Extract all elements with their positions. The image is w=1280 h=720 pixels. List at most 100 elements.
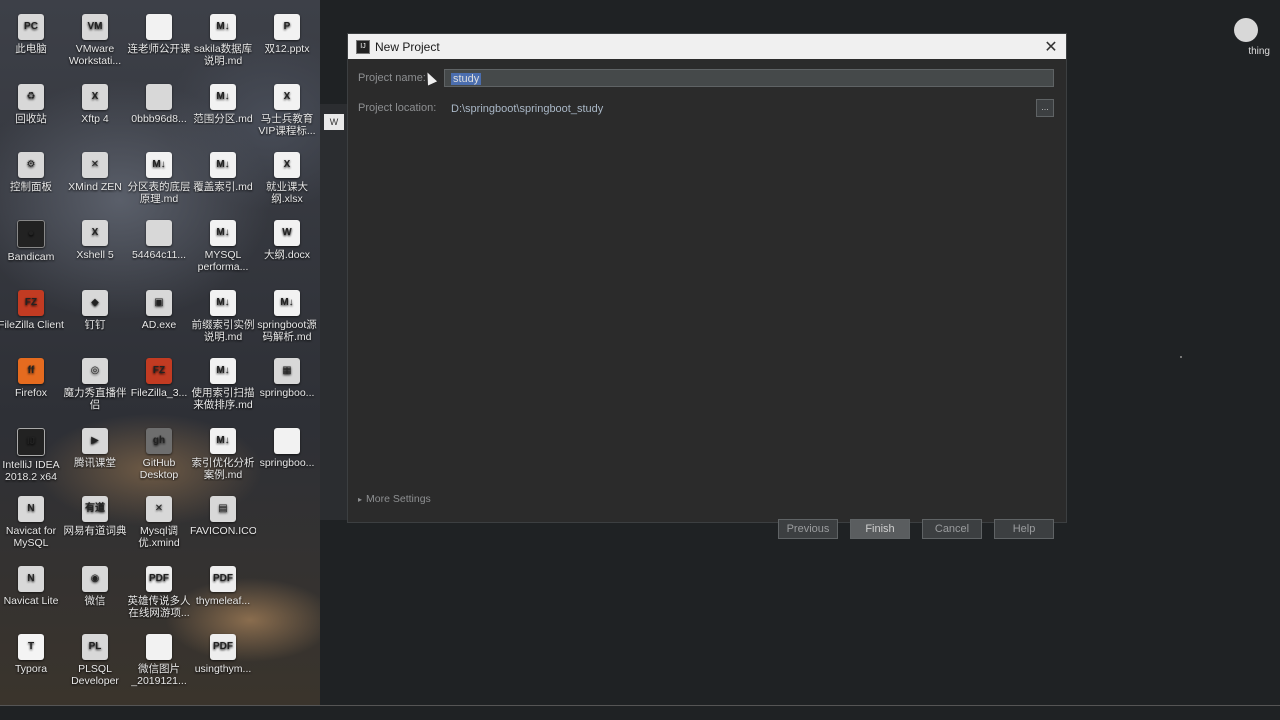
desktop-icon[interactable]: X 就业课大纲.xlsx: [256, 152, 318, 218]
file-icon: ff: [18, 358, 44, 384]
help-button[interactable]: Help: [994, 519, 1054, 539]
desktop-icon[interactable]: M↓ 前缀索引实例说明.md: [192, 290, 255, 356]
corner-shortcut[interactable]: thing: [1222, 18, 1270, 74]
file-icon: ▤: [210, 496, 236, 522]
desktop-icon[interactable]: 有道 网易有道词典: [64, 496, 127, 562]
file-icon: IJ: [17, 428, 45, 456]
close-icon[interactable]: ✕: [1036, 34, 1066, 59]
chevron-right-icon: ▸: [358, 494, 363, 504]
desktop-icon[interactable]: M↓ 范围分区.md: [192, 84, 254, 150]
desktop-icon[interactable]: M↓ 分区表的底层原理.md: [127, 152, 191, 218]
desktop-icon[interactable]: 连老师公开课: [127, 14, 191, 80]
desktop-icon[interactable]: M↓ 使用索引扫描来做排序.md: [192, 358, 255, 424]
more-settings-label: More Settings: [366, 493, 431, 505]
desktop-icon-label: VMware Workstati...: [68, 43, 122, 67]
desktop-icon[interactable]: PL PLSQL Developer: [64, 634, 126, 700]
desktop-icon-label: springboot源码解析.md: [257, 319, 317, 343]
new-project-dialog: IJ New Project ✕ Project name: study Pro…: [347, 33, 1067, 539]
desktop-icon[interactable]: M↓ sakila数据库说明.md: [192, 14, 254, 80]
desktop-icon[interactable]: M↓ 覆盖索引.md: [192, 152, 254, 218]
desktop-icon-label: usingthym...: [194, 663, 252, 675]
desktop-icon[interactable]: FZ FileZilla Client: [0, 290, 64, 356]
desktop-icon[interactable]: M↓ MYSQL performa...: [192, 220, 254, 286]
file-icon: ♻: [18, 84, 44, 110]
file-icon: [146, 84, 172, 110]
desktop-icon[interactable]: PDF 英雄传说多人在线网游项...: [128, 566, 191, 632]
desktop-icon[interactable]: X Xftp 4: [64, 84, 126, 150]
cancel-button[interactable]: Cancel: [922, 519, 982, 539]
desktop-icon-label: 索引优化分析案例.md: [191, 457, 255, 481]
file-icon: ✕: [146, 496, 172, 522]
desktop-icon[interactable]: T Typora: [0, 634, 62, 700]
background-window-tab[interactable]: W: [324, 114, 344, 130]
file-icon: ◉: [82, 566, 108, 592]
desktop-icon-label: 双12.pptx: [264, 43, 310, 55]
desktop-icon[interactable]: M↓ 索引优化分析案例.md: [191, 428, 255, 494]
desktop-icon[interactable]: ● Bandicam: [0, 220, 62, 286]
file-icon: [274, 428, 300, 454]
desktop-icon[interactable]: ▦ springboo...: [256, 358, 318, 424]
desktop-icon-label: springboo...: [259, 457, 315, 469]
desktop-icon-label: 回收站: [15, 113, 47, 125]
dialog-titlebar[interactable]: IJ New Project ✕: [348, 34, 1066, 59]
file-icon: gh: [146, 428, 172, 454]
more-settings-toggle[interactable]: ▸ More Settings: [358, 493, 431, 505]
desktop-icon[interactable]: X Xshell 5: [64, 220, 126, 286]
desktop-icon[interactable]: ◎ 魔力秀直播伴侣: [64, 358, 127, 424]
file-icon: VM: [82, 14, 108, 40]
desktop-icon[interactable]: W 大纲.docx: [256, 220, 318, 286]
desktop-icon[interactable]: ✕ XMind ZEN: [64, 152, 126, 218]
desktop-icon-label: 54464c11...: [131, 249, 187, 261]
desktop-icon[interactable]: gh GitHub Desktop: [128, 428, 190, 494]
file-icon: [146, 220, 172, 246]
desktop-icon-label: Bandicam: [7, 251, 55, 263]
desktop-icon[interactable]: ⚙ 控制面板: [0, 152, 62, 218]
file-icon: 有道: [82, 496, 108, 522]
desktop-icon[interactable]: M↓ springboot源码解析.md: [256, 290, 318, 356]
desktop-icon-label: FAVICON.ICO: [190, 525, 256, 537]
desktop-icon[interactable]: N Navicat for MySQL: [0, 496, 62, 562]
file-icon: PDF: [210, 634, 236, 660]
desktop-icon[interactable]: 0bbb96d8...: [128, 84, 190, 150]
project-name-value: study: [451, 73, 482, 85]
desktop-icon[interactable]: ▣ AD.exe: [128, 290, 190, 356]
desktop-icon-label: XMind ZEN: [68, 181, 122, 193]
previous-button[interactable]: Previous: [778, 519, 838, 539]
project-location-value: D:\springboot\springboot_study: [451, 103, 604, 115]
desktop-icon[interactable]: PC 此电脑: [0, 14, 62, 80]
desktop-icon-label: 连老师公开课: [127, 43, 191, 55]
file-icon: PC: [18, 14, 44, 40]
background-window-strip[interactable]: W: [320, 104, 348, 520]
desktop-icon-label: IntelliJ IDEA 2018.2 x64: [2, 459, 60, 483]
desktop-icon-label: sakila数据库说明.md: [193, 43, 253, 67]
project-name-input[interactable]: study: [444, 69, 1054, 87]
browse-button[interactable]: ...: [1036, 99, 1054, 117]
desktop-icon[interactable]: IJ IntelliJ IDEA 2018.2 x64: [0, 428, 62, 494]
desktop-icon-label: 就业课大纲.xlsx: [266, 181, 308, 205]
desktop-icon[interactable]: PDF thymeleaf...: [192, 566, 254, 632]
desktop-icon-label: 分区表的底层原理.md: [127, 181, 191, 205]
file-icon: ◆: [82, 290, 108, 316]
desktop-icon[interactable]: P 双12.pptx: [256, 14, 318, 80]
desktop-icon[interactable]: FZ FileZilla_3...: [128, 358, 190, 424]
desktop-icon[interactable]: ♻ 回收站: [0, 84, 62, 150]
desktop-icon[interactable]: 54464c11...: [128, 220, 190, 286]
desktop-icon[interactable]: X 马士兵教育VIP课程标...: [256, 84, 318, 150]
desktop-icon[interactable]: ▶ 腾讯课堂: [64, 428, 126, 494]
desktop-icon[interactable]: ◉ 微信: [64, 566, 126, 632]
desktop-icon[interactable]: ◆ 钉钉: [64, 290, 126, 356]
desktop-icon[interactable]: 微信图片_2019121...: [128, 634, 190, 700]
desktop-icon[interactable]: ▤ FAVICON.ICO: [190, 496, 256, 562]
finish-button[interactable]: Finish: [850, 519, 910, 539]
desktop-icon[interactable]: ✕ Mysql调优.xmind: [128, 496, 190, 562]
desktop-icon-label: Navicat for MySQL: [5, 525, 57, 549]
desktop-icon-label: Navicat Lite: [3, 595, 59, 607]
file-icon: X: [274, 84, 300, 110]
desktop-icon[interactable]: ff Firefox: [0, 358, 62, 424]
desktop-icon[interactable]: springboo...: [256, 428, 318, 494]
desktop-icon[interactable]: VM VMware Workstati...: [64, 14, 126, 80]
desktop-icon[interactable]: PDF usingthym...: [192, 634, 254, 700]
desktop-icon-label: 马士兵教育VIP课程标...: [258, 113, 316, 137]
desktop-icon[interactable]: N Navicat Lite: [0, 566, 62, 632]
project-location-input[interactable]: D:\springboot\springboot_study: [444, 99, 1032, 117]
